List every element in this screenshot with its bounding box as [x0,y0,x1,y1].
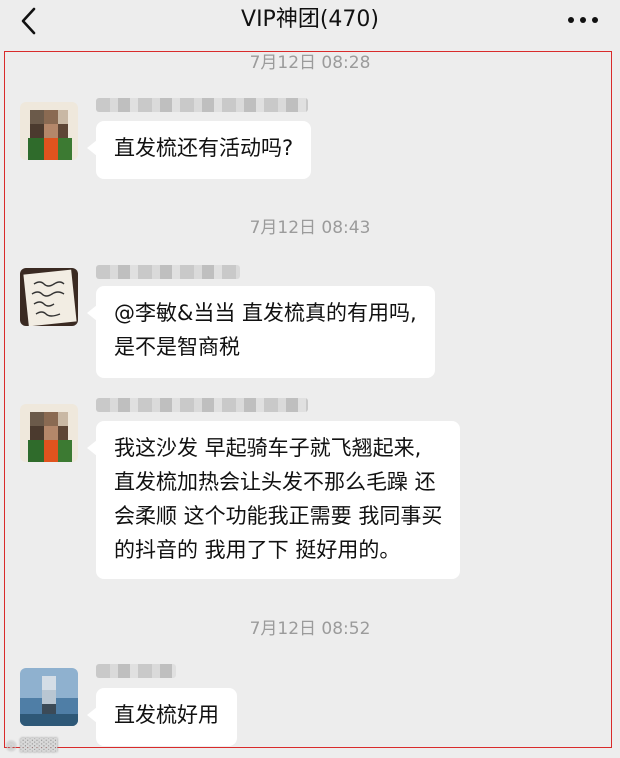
message-bubble[interactable]: 我这沙发 早起骑车子就飞翘起来, 直发梳加热会让头发不那么毛躁 还 会柔顺 这个… [86,421,461,579]
message-line: 会柔顺 这个功能我正需要 我同事买 [114,504,443,528]
message-line: 直发梳加热会让头发不那么毛躁 还 [114,470,436,494]
message-line: 是不是智商税 [114,335,240,359]
sender-name-blurred [96,98,308,112]
watermark-blurred: ◎ ▓▓▓▓ [6,738,58,752]
sender-name-blurred [96,664,176,678]
message-line: 直发梳好用 [114,703,219,727]
more-dots-icon[interactable] [566,10,600,30]
avatar[interactable] [20,102,78,160]
message-line: 直发梳还有活动吗? [114,136,294,160]
title-bar: VIP神团(470) [0,0,620,44]
avatar[interactable] [20,668,78,726]
chat-title: VIP神团(470) [241,7,379,32]
avatar[interactable] [20,404,78,462]
timestamp: 7月12日 08:52 [249,619,371,639]
message-line: 我这沙发 早起骑车子就飞翘起来, [114,436,422,460]
message-bubble[interactable]: 直发梳还有活动吗? [86,121,312,179]
avatar-pixelated-icon [20,404,78,462]
message-line: 的抖音的 我用了下 挺好用的。 [114,538,401,562]
sender-name-blurred [96,265,240,279]
sender-name-blurred [96,398,308,412]
avatar-handwriting-icon [20,268,78,326]
avatar-pixelated-icon [20,102,78,160]
message-line: @李敏&当当 直发梳真的有用吗, [114,301,417,325]
timestamp: 7月12日 08:28 [249,53,371,73]
message-bubble[interactable]: @李敏&当当 直发梳真的有用吗, 是不是智商税 [87,286,435,378]
message-bubble[interactable]: 直发梳好用 [87,688,237,746]
avatar[interactable] [20,268,78,326]
avatar-seascape-icon [20,668,78,726]
timestamp: 7月12日 08:43 [249,218,371,238]
